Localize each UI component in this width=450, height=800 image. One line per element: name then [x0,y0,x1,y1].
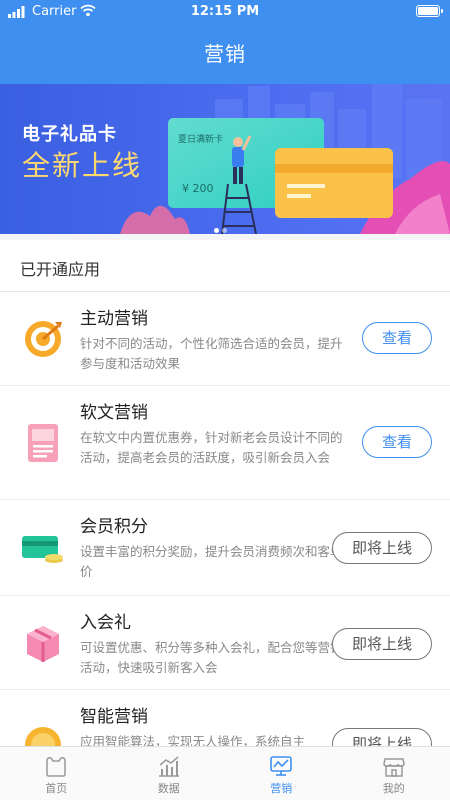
tab-home[interactable]: 首页 [0,747,113,800]
app-list: 主动营销 针对不同的活动，个性化筛选合适的会员，提升参与度和活动效果 查看 软文… [0,292,450,746]
banner-subtitle: 全新上线 [22,149,143,182]
tab-bar: 首页 数据 营销 我的 [0,746,450,800]
target-icon [22,318,64,360]
section-header: 已开通应用 [0,240,450,292]
app-desc: 应用智能算法，实现无人操作，系统自主 [80,734,306,746]
card-amount: ¥ 200 [182,182,214,195]
app-name: 入会礼 [80,613,131,633]
app-name: 会员积分 [80,517,148,537]
app-name: 主动营销 [80,309,148,329]
marketing-icon [270,756,292,776]
carousel-dots[interactable] [214,218,230,237]
gift-card-banner[interactable]: 夏日满新卡 ¥ 200 电子礼品卡 全新上线 [0,84,450,234]
tab-marketing[interactable]: 营销 [225,747,338,800]
chart-icon [158,756,179,777]
card-coins-icon [22,528,64,570]
status-time: 12:15 PM [190,4,260,19]
section-title: 已开通应用 [20,260,101,279]
list-item-active-marketing[interactable]: 主动营销 针对不同的活动，个性化筛选合适的会员，提升参与度和活动效果 查看 [0,292,450,386]
tab-label: 数据 [157,782,180,795]
banner-title: 电子礼品卡 [22,124,117,145]
coming-soon-button[interactable]: 即将上线 [332,532,432,564]
page-title: 营销 [204,42,246,66]
tab-label: 我的 [382,782,405,795]
home-icon [46,757,66,777]
tab-label: 首页 [45,782,68,795]
list-item-content-marketing[interactable]: 软文营销 在软文中内置优惠券，针对新老会员设计不同的活动，提高老会员的活跃度，吸… [0,386,450,500]
status-bar: Carrier 12:15 PM [0,0,450,24]
app-desc: 可设置优惠、积分等多种入会礼，配合您等营销活动，快速吸引新客入会 [80,640,343,675]
document-icon [22,422,64,464]
tab-data[interactable]: 数据 [113,747,226,800]
app-name: 智能营销 [80,707,148,727]
gift-icon [22,622,64,664]
app-desc: 设置丰富的积分奖励，提升会员消费频次和客单价 [80,544,343,579]
list-item-welcome-gift[interactable]: 入会礼 可设置优惠、积分等多种入会礼，配合您等营销活动，快速吸引新客入会 即将上… [0,596,450,690]
tab-label: 营销 [270,782,293,795]
tab-mine[interactable]: 我的 [338,747,450,800]
card-label: 夏日满新卡 [178,135,224,145]
app-desc: 针对不同的活动，个性化筛选合适的会员，提升参与度和活动效果 [80,336,343,371]
view-button[interactable]: 查看 [362,426,432,458]
view-button[interactable]: 查看 [362,322,432,354]
app-header: Carrier 12:15 PM 营销 [0,0,450,84]
app-name: 软文营销 [80,403,148,423]
store-icon [382,758,405,777]
smart-icon [22,724,64,746]
list-item-member-points[interactable]: 会员积分 设置丰富的积分奖励，提升会员消费频次和客单价 即将上线 [0,500,450,596]
coming-soon-button[interactable]: 即将上线 [332,728,432,746]
list-item-smart-marketing[interactable]: 智能营销 应用智能算法，实现无人操作，系统自主 即将上线 [0,690,450,746]
coming-soon-button[interactable]: 即将上线 [332,628,432,660]
battery-icon [416,5,443,17]
app-desc: 在软文中内置优惠券，针对新老会员设计不同的活动，提高老会员的活跃度，吸引新会员入… [80,430,343,465]
